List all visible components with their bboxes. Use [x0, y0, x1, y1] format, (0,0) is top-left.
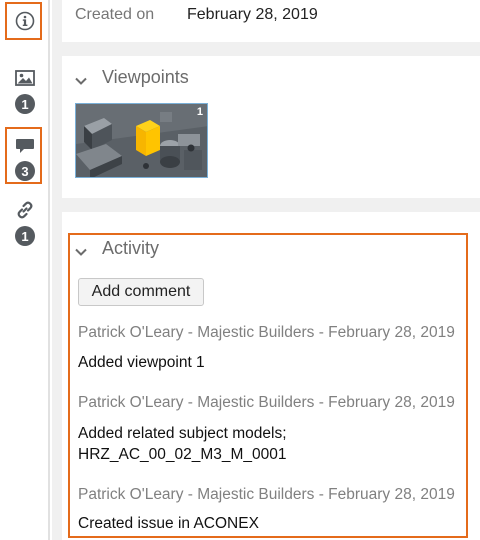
chevron-down-icon: [74, 73, 88, 85]
chevron-down-icon: [74, 244, 88, 256]
activity-entry-text: Added related subject models; HRZ_AC_00_…: [78, 423, 287, 465]
add-comment-button[interactable]: Add comment: [78, 278, 204, 306]
links-tab[interactable]: 1: [0, 200, 50, 246]
created-on-label: Created on: [75, 6, 155, 23]
viewpoints-title: Viewpoints: [102, 67, 189, 87]
info-circle-icon: [15, 11, 35, 36]
activity-entry-meta: Patrick O'Leary - Majestic Builders - Fe…: [78, 394, 455, 411]
viewpoints-count-badge: 1: [15, 94, 35, 114]
activity-header[interactable]: Activity: [74, 238, 159, 259]
activity-entry-line: Added related subject models;: [78, 425, 287, 442]
model-preview-image: [76, 104, 207, 177]
comment-icon: [15, 138, 35, 159]
viewpoint-thumbnail[interactable]: 1: [75, 103, 208, 178]
activity-entry-line: Added viewpoint 1: [78, 354, 205, 371]
viewpoints-tab[interactable]: 1: [0, 70, 50, 114]
activity-entry-line: HRZ_AC_00_02_M3_M_0001: [78, 446, 287, 463]
comments-tab[interactable]: 3: [0, 138, 50, 181]
link-icon: [15, 200, 35, 225]
side-icon-rail: 1 3 1: [0, 0, 50, 540]
activity-entry-meta: Patrick O'Leary - Majestic Builders - Fe…: [78, 324, 455, 341]
activity-entry-meta: Patrick O'Leary - Majestic Builders - Fe…: [78, 486, 455, 503]
info-tab[interactable]: [0, 11, 50, 36]
activity-section: Activity Add comment Patrick O'Leary - M…: [62, 212, 480, 540]
comments-count-badge: 3: [15, 161, 35, 181]
viewpoint-number: 1: [196, 106, 203, 118]
created-on-value: February 28, 2019: [187, 6, 318, 23]
activity-entry-text: Created issue in ACONEX: [78, 513, 259, 534]
image-icon: [15, 70, 35, 91]
created-on-card: Created on February 28, 2019: [62, 0, 480, 42]
links-count-badge: 1: [15, 226, 35, 246]
viewpoints-section: Viewpoints 1: [62, 56, 480, 198]
details-panel: Created on February 28, 2019 Viewpoints: [52, 0, 480, 540]
viewpoints-header[interactable]: Viewpoints: [74, 67, 189, 88]
activity-title: Activity: [102, 238, 160, 258]
activity-entry-line: Created issue in ACONEX: [78, 515, 259, 532]
activity-entry-text: Added viewpoint 1: [78, 352, 205, 373]
issue-details-view: 1 3 1 Created on February 28, 2019 Viewp…: [0, 0, 480, 540]
